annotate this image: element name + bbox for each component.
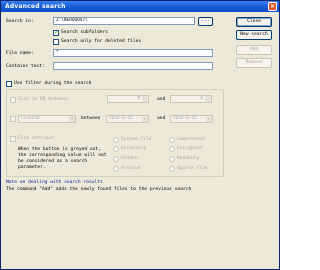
search-subfolders-label: Search subfolders — [61, 30, 109, 35]
size-label: Size in KB between — [18, 97, 68, 102]
use-filter-checkbox[interactable] — [6, 81, 12, 87]
spin-arrows-icon[interactable] — [142, 96, 148, 102]
date-kind-combo[interactable]: Created ▾ — [18, 115, 76, 123]
note-title: Note on dealing with search results — [6, 180, 103, 185]
window-title: Advanced search — [5, 3, 66, 10]
attributes-note-line: be considered as a search — [18, 159, 88, 164]
browse-button[interactable]: ... — [198, 17, 213, 26]
attr-encrypted-toggle[interactable] — [169, 146, 175, 152]
contains-text-field[interactable] — [53, 62, 213, 70]
size-and-label: and — [157, 97, 166, 102]
advanced-search-dialog: Advanced search × Search in: Z:\NEROOO47… — [0, 0, 280, 270]
attr-encrypted-label: Encrypted — [177, 146, 202, 151]
contains-text-label: Contains text: — [6, 64, 45, 69]
search-deleted-label: Search only for deleted files — [61, 39, 142, 44]
add-button[interactable]: Add — [236, 45, 272, 55]
size-max-spinner[interactable]: 0 — [170, 95, 212, 103]
date-between-label: between — [81, 116, 101, 121]
attr-compressed-label: Compressed — [177, 137, 205, 142]
checkmark-icon: ✓ — [54, 29, 60, 36]
attr-system-label: System file — [121, 137, 152, 142]
size-min-value: 0 — [137, 96, 140, 101]
attr-system-toggle[interactable] — [113, 137, 119, 143]
attributes-note-line: parameter. — [18, 165, 46, 170]
date-checkbox[interactable] — [10, 116, 16, 122]
chevron-down-icon[interactable]: ▾ — [206, 116, 212, 122]
size-checkbox[interactable] — [10, 97, 16, 103]
date-kind-value: Created — [21, 116, 40, 121]
attr-readonly-label: ReadOnly — [177, 156, 200, 161]
attr-sparse-toggle[interactable] — [169, 166, 175, 172]
attr-directory-toggle[interactable] — [113, 146, 119, 152]
attr-hidden-toggle[interactable] — [113, 156, 119, 162]
search-in-field[interactable]: Z:\NEROOO47\ — [53, 17, 195, 25]
file-name-field[interactable]: * — [53, 49, 213, 57]
new-search-button[interactable]: New search — [236, 30, 272, 40]
search-deleted-checkbox[interactable] — [53, 39, 59, 45]
attr-archive-toggle[interactable] — [113, 166, 119, 172]
attr-readonly-toggle[interactable] — [169, 156, 175, 162]
use-filter-label: Use filter during the search — [14, 81, 92, 86]
date-to-picker[interactable]: 2010-6-25 ▾ — [170, 115, 213, 123]
date-and-label: and — [157, 116, 166, 121]
size-max-value: 0 — [200, 96, 203, 101]
date-to-value: 2010-6-25 — [173, 116, 197, 121]
remove-button[interactable]: Remove — [236, 58, 272, 68]
attr-hidden-label: Hidden — [121, 156, 138, 161]
attr-sparse-label: Sparse file — [177, 166, 208, 171]
size-min-spinner[interactable]: 0 — [107, 95, 149, 103]
close-button[interactable]: Close — [236, 17, 272, 27]
attributes-note-line: When the button is greyed out, — [18, 147, 101, 152]
attributes-note-line: the corresponding value will not — [18, 153, 107, 158]
date-from-picker[interactable]: 2010-6-25 ▾ — [106, 115, 149, 123]
attr-compressed-toggle[interactable] — [169, 137, 175, 143]
date-from-value: 2010-6-25 — [109, 116, 133, 121]
close-icon[interactable]: × — [268, 2, 277, 11]
attributes-label: File attribut — [18, 136, 54, 141]
attributes-checkbox[interactable] — [10, 136, 16, 142]
spin-arrows-icon[interactable] — [205, 96, 211, 102]
file-name-label: File name: — [6, 51, 34, 56]
note-text: The command "Add" adds the newly found f… — [6, 187, 192, 192]
attr-archive-label: Archive — [121, 166, 141, 171]
title-bar: Advanced search × — [1, 1, 279, 12]
search-in-label: Search in: — [6, 19, 34, 24]
chevron-down-icon[interactable]: ▾ — [69, 116, 75, 122]
attr-directory-label: Directory — [121, 146, 146, 151]
chevron-down-icon[interactable]: ▾ — [142, 116, 148, 122]
search-subfolders-checkbox[interactable]: ✓ — [53, 29, 60, 36]
